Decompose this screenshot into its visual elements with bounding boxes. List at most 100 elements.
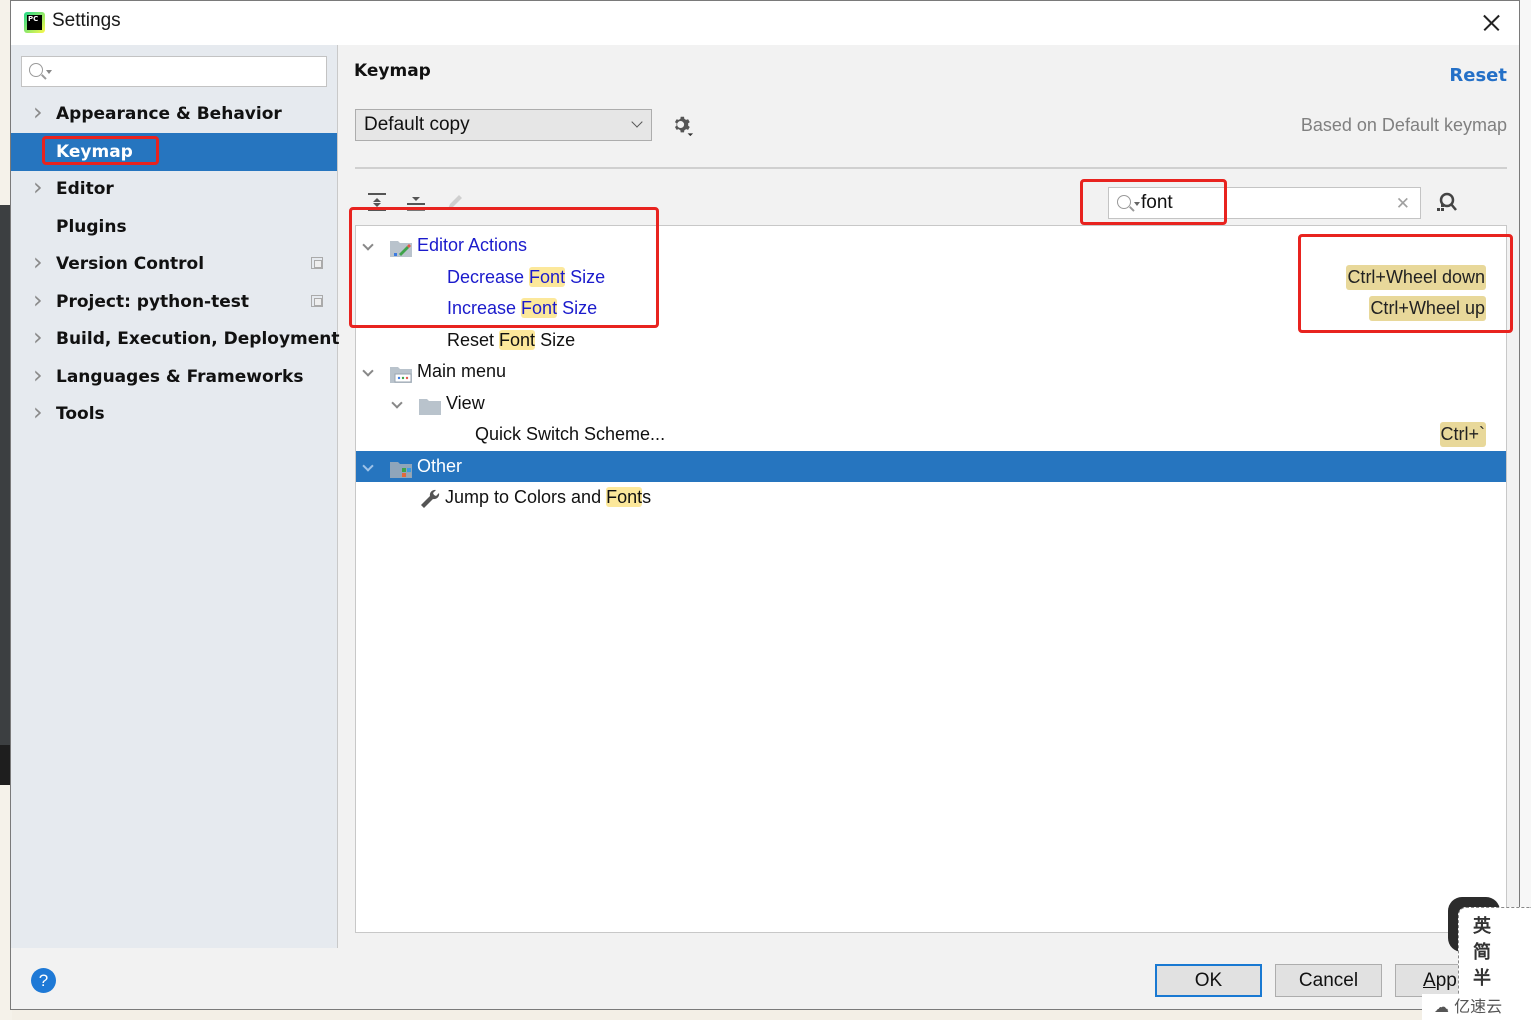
sidebar-item-label: Tools [56,404,105,424]
page-title: Keymap [354,61,431,81]
chevron-right-icon[interactable]: › [33,395,47,429]
chevron-down-icon[interactable] [362,459,374,472]
filter-input[interactable] [1141,191,1381,215]
sidebar-search-input[interactable] [54,59,322,84]
sidebar-item-plugins[interactable]: Plugins [11,208,337,246]
sidebar-item-project-python-test[interactable]: › Project: python-test [11,283,337,321]
action-name-part: Jump to Colors and [445,487,607,507]
cancel-button[interactable]: Cancel [1275,964,1382,997]
keymap-panel: Keymap Reset Default copy Based on Defau… [339,45,1519,948]
sidebar-item-label: Version Control [56,254,205,274]
action-name-part: Size [535,329,576,350]
action-name-part: Editor Actions [417,235,528,255]
action-name: Reset Font Size [447,325,575,356]
chevron-down-icon[interactable] [362,365,374,377]
tree-row[interactable]: Increase Font Size Ctrl+Wheel up [356,293,1506,324]
chevron-right-icon[interactable]: › [33,283,47,317]
editor-actions-folder-icon [390,236,412,257]
ime-mode-halfwidth[interactable]: 半 [1473,964,1491,990]
sidebar-item-label: Languages & Frameworks [56,367,304,387]
gear-icon[interactable] [672,115,694,137]
sidebar-item-build-execution-deployment[interactable]: › Build, Execution, Deployment [11,320,340,358]
action-name: Decrease Font Size [447,262,605,293]
action-name: Quick Switch Scheme... [475,419,665,450]
expand-all-icon[interactable] [366,191,388,213]
window-title: Settings [52,10,121,31]
clear-icon[interactable]: ✕ [1396,194,1410,214]
title-bar: PC Settings [11,1,1519,45]
sidebar-item-keymap[interactable]: Keymap [11,133,337,171]
close-icon[interactable] [1477,9,1505,37]
sidebar-item-label: Appearance & Behavior [56,104,282,124]
search-icon [1117,195,1131,209]
tree-row[interactable]: Reset Font Size [356,325,1506,356]
search-history-icon[interactable] [1134,202,1140,206]
shortcut-filter[interactable]: ✕ [1108,187,1421,219]
sidebar-search[interactable] [21,56,327,87]
search-options-icon[interactable] [46,70,52,74]
ok-button[interactable]: OK [1155,964,1262,997]
collapse-all-icon[interactable] [405,191,427,213]
keymap-select-value: Default copy [364,114,470,135]
settings-dialog: PC Settings › Appearance & Behavior Keymap… [10,0,1520,1010]
tree-row[interactable]: Other [356,450,1506,482]
pencil-icon[interactable] [444,191,466,213]
action-name-part: Increase [447,298,522,318]
chevron-right-icon[interactable]: › [33,170,47,204]
action-name-part: Decrease [447,266,530,287]
action-name-part: Size [557,298,598,318]
main-menu-folder-icon [390,362,412,383]
folder-icon [419,394,441,415]
tree-row[interactable]: Main menu [356,356,1506,387]
other-folder-icon [390,457,412,478]
help-button[interactable]: ? [31,968,56,993]
tree-row[interactable]: Decrease Font Size Ctrl+Wheel down [356,262,1506,293]
tree-row[interactable]: View [356,388,1506,419]
shortcut-badge: Ctrl+` [1439,422,1486,447]
sidebar-item-languages-frameworks[interactable]: › Languages & Frameworks [11,358,337,396]
ime-mode-english[interactable]: 英 [1473,912,1491,938]
search-match-highlight: Font [499,329,536,350]
ime-mode-simplified[interactable]: 简 [1473,938,1491,964]
search-match-highlight: Font [521,298,558,318]
reset-link[interactable]: Reset [1449,65,1507,86]
background-app-right [1519,0,1531,1020]
search-match-highlight: Font [529,266,566,287]
chevron-down-icon [631,116,643,128]
action-name: View [446,388,485,419]
chevron-right-icon[interactable]: › [33,95,47,129]
settings-sidebar: › Appearance & Behavior Keymap › Editor Plugi… [11,45,340,948]
action-name: Increase Font Size [447,293,597,324]
search-match-highlight: Font [606,487,643,507]
shortcut-badge: Ctrl+Wheel down [1346,264,1486,290]
sidebar-item-editor[interactable]: › Editor [11,170,337,208]
keymap-select[interactable]: Default copy [355,109,652,141]
tree-row[interactable]: Editor Actions [356,230,1506,261]
chevron-right-icon[interactable]: › [33,358,47,392]
chevron-down-icon[interactable] [362,239,374,251]
sidebar-item-appearance-behavior[interactable]: › Appearance & Behavior [11,95,337,133]
shortcut-badge: Ctrl+Wheel up [1369,296,1486,321]
sidebar-item-label: Build, Execution, Deployment [56,329,340,349]
action-name-part: View [446,392,485,413]
action-name-part: Main menu [417,361,507,381]
sidebar-item-label: Project: python-test [56,292,250,312]
chevron-right-icon[interactable]: › [33,245,47,279]
find-by-shortcut-icon[interactable] [1434,191,1458,215]
ime-panel[interactable]: 英 简 半 [1458,907,1531,997]
divider [355,167,1507,169]
chevron-right-icon[interactable]: › [33,320,47,354]
search-icon [29,63,43,77]
action-name: Jump to Colors and Fonts [445,482,651,513]
tree-row[interactable]: Quick Switch Scheme... Ctrl+` [356,419,1506,450]
chevron-down-icon[interactable] [391,396,403,409]
action-name: Editor Actions [417,230,527,261]
sidebar-item-tools[interactable]: › Tools [11,395,337,433]
sidebar-item-label: Editor [56,179,114,199]
sidebar-item-version-control[interactable]: › Version Control [11,245,337,283]
sidebar-item-label: Plugins [56,217,127,237]
action-name: Other [417,451,462,482]
action-name-part: Quick Switch Scheme... [475,424,666,444]
tree-row[interactable]: Jump to Colors and Fonts [356,482,1506,513]
based-on-label: Based on Default keymap [1300,115,1507,135]
